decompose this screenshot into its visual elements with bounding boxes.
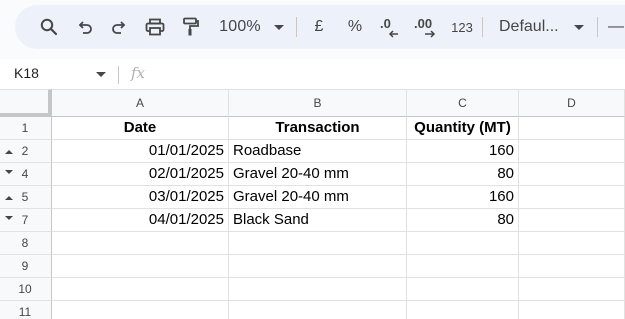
row-header[interactable]: 8 bbox=[0, 232, 52, 255]
paint-format-icon[interactable] bbox=[177, 5, 205, 49]
header-cell[interactable] bbox=[519, 117, 625, 140]
font-chevron-down-icon[interactable] bbox=[572, 5, 586, 49]
fx-icon: fx bbox=[131, 64, 146, 82]
percent-format-button[interactable]: % bbox=[343, 5, 367, 49]
table-cell[interactable]: 80 bbox=[407, 163, 519, 186]
print-icon[interactable] bbox=[141, 5, 169, 49]
table-cell[interactable] bbox=[52, 301, 229, 319]
table-cell[interactable] bbox=[229, 301, 407, 319]
row-header[interactable]: 9 bbox=[0, 255, 52, 278]
increase-decimal-label: .00 bbox=[414, 16, 432, 31]
toolbar-area: 100% £ % .0 .00 123 Defaul... — bbox=[0, 0, 625, 59]
table-cell[interactable] bbox=[407, 278, 519, 301]
table-cell[interactable] bbox=[52, 255, 229, 278]
table-cell[interactable] bbox=[229, 278, 407, 301]
table-cell[interactable] bbox=[519, 140, 625, 163]
formula-bar-divider bbox=[118, 66, 119, 84]
expand-up-icon[interactable] bbox=[5, 150, 13, 154]
table-cell[interactable] bbox=[519, 278, 625, 301]
column-header-b[interactable]: B bbox=[229, 89, 407, 117]
row-header[interactable]: 4 bbox=[0, 163, 52, 186]
table-cell[interactable]: 160 bbox=[407, 186, 519, 209]
table-cell[interactable] bbox=[519, 255, 625, 278]
toolbar: 100% £ % .0 .00 123 Defaul... — bbox=[15, 5, 625, 49]
row-number: 8 bbox=[21, 236, 29, 250]
row-header[interactable]: 5 bbox=[0, 186, 52, 209]
table-cell[interactable] bbox=[229, 232, 407, 255]
table-cell[interactable]: 02/01/2025 bbox=[52, 163, 229, 186]
table-cell[interactable]: 04/01/2025 bbox=[52, 209, 229, 232]
minus-label: — bbox=[608, 18, 624, 35]
row-number: 11 bbox=[18, 305, 32, 319]
table-cell[interactable]: Roadbase bbox=[229, 140, 407, 163]
zoom-chevron-down-icon[interactable] bbox=[271, 5, 287, 49]
row-header[interactable]: 10 bbox=[0, 278, 52, 301]
column-header-c[interactable]: C bbox=[407, 89, 519, 117]
table-cell[interactable]: Gravel 20-40 mm bbox=[229, 163, 407, 186]
table-cell[interactable]: Gravel 20-40 mm bbox=[229, 186, 407, 209]
search-icon[interactable] bbox=[35, 5, 63, 49]
formula-bar: K18 fx bbox=[0, 59, 625, 89]
row-header[interactable]: 1 bbox=[0, 117, 52, 140]
row-header[interactable]: 11 bbox=[0, 301, 52, 319]
column-header-a[interactable]: A bbox=[52, 89, 229, 117]
column-header-d[interactable]: D bbox=[519, 89, 625, 117]
percent-label: % bbox=[347, 18, 363, 35]
name-box-chevron-down-icon[interactable] bbox=[96, 72, 106, 77]
collapse-down-icon[interactable] bbox=[5, 170, 13, 174]
currency-label: £ bbox=[314, 18, 324, 35]
zoom-select[interactable]: 100% bbox=[215, 5, 265, 49]
collapse-down-icon[interactable] bbox=[5, 216, 13, 220]
table-cell[interactable]: 160 bbox=[407, 140, 519, 163]
header-cell[interactable]: Quantity (MT) bbox=[407, 117, 519, 140]
table-cell[interactable] bbox=[407, 255, 519, 278]
currency-format-button[interactable]: £ bbox=[308, 5, 330, 49]
table-cell[interactable]: 01/01/2025 bbox=[52, 140, 229, 163]
row-header[interactable]: 2 bbox=[0, 140, 52, 163]
select-all-corner[interactable] bbox=[0, 89, 52, 117]
table-cell[interactable] bbox=[519, 186, 625, 209]
table-cell[interactable] bbox=[519, 209, 625, 232]
toolbar-divider bbox=[597, 17, 598, 37]
font-value: Defaul... bbox=[499, 18, 559, 35]
number-format-label: 123 bbox=[451, 19, 473, 35]
table-cell[interactable] bbox=[519, 232, 625, 255]
decrease-decimal-label: .0 bbox=[380, 16, 391, 31]
decrease-font-size-button[interactable]: — bbox=[607, 5, 625, 49]
undo-icon[interactable] bbox=[71, 5, 99, 49]
header-cell[interactable]: Transaction bbox=[229, 117, 407, 140]
table-cell[interactable]: 80 bbox=[407, 209, 519, 232]
table-cell[interactable] bbox=[52, 278, 229, 301]
name-box[interactable]: K18 bbox=[14, 65, 39, 81]
table-cell[interactable] bbox=[229, 255, 407, 278]
expand-up-icon[interactable] bbox=[5, 196, 13, 200]
table-cell[interactable] bbox=[407, 301, 519, 319]
table-cell[interactable]: 03/01/2025 bbox=[52, 186, 229, 209]
row-header[interactable]: 7 bbox=[0, 209, 52, 232]
redo-icon[interactable] bbox=[105, 5, 133, 49]
header-cell[interactable]: Date bbox=[52, 117, 229, 140]
row-number: 1 bbox=[21, 121, 29, 135]
table-cell[interactable]: Black Sand bbox=[229, 209, 407, 232]
table-cell[interactable] bbox=[52, 232, 229, 255]
toolbar-divider bbox=[482, 17, 483, 37]
table-cell[interactable] bbox=[407, 232, 519, 255]
row-number: 9 bbox=[21, 259, 29, 273]
increase-decimal-button[interactable]: .00 bbox=[413, 5, 443, 49]
spreadsheet-grid: A B C D 1 Date Transaction Quantity (MT) 2 01/01/… bbox=[0, 89, 625, 319]
decrease-decimal-button[interactable]: .0 bbox=[377, 5, 405, 49]
toolbar-divider bbox=[296, 17, 297, 37]
table-cell[interactable] bbox=[519, 163, 625, 186]
zoom-value: 100% bbox=[219, 18, 261, 35]
row-number: 10 bbox=[18, 282, 32, 296]
font-select[interactable]: Defaul... bbox=[499, 5, 561, 49]
table-cell[interactable] bbox=[519, 301, 625, 319]
number-format-button[interactable]: 123 bbox=[449, 5, 475, 49]
